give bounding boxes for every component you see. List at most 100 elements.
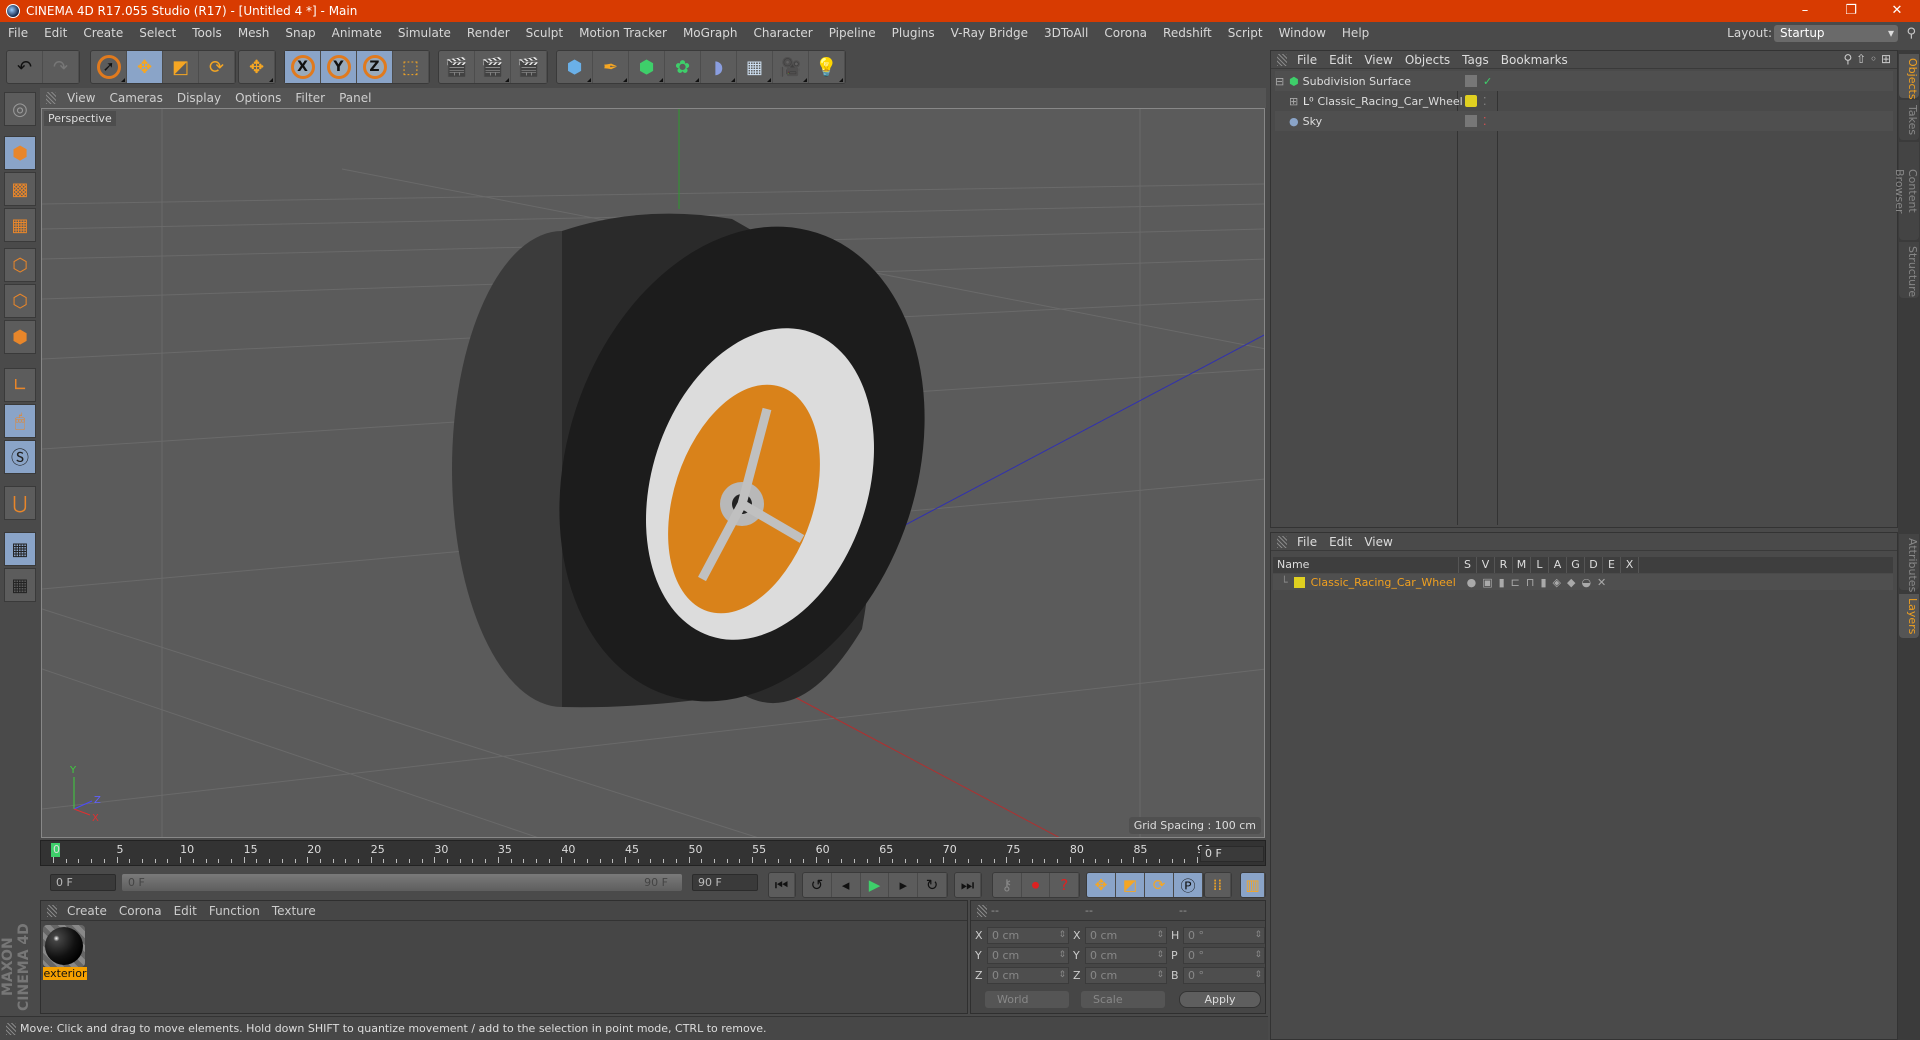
column-header-l[interactable]: L	[1531, 557, 1549, 573]
menu-snap[interactable]: Snap	[277, 26, 323, 40]
layer-row[interactable]: └ Classic_Racing_Car_Wheel ●▣▮⊏⊓▮◈◆◒✕	[1273, 574, 1893, 590]
redo-button[interactable]: ↷	[43, 51, 79, 83]
y-axis-lock-button[interactable]: Y	[321, 51, 357, 83]
column-header-r[interactable]: R	[1495, 557, 1513, 573]
make-editable-button[interactable]: ◎	[4, 92, 36, 126]
object-row-subdivision-surface[interactable]: ⊟ ⬢ Subdivision Surface ✓	[1275, 71, 1893, 91]
go-to-end-button[interactable]: ⏭	[955, 873, 981, 897]
column-header-a[interactable]: A	[1549, 557, 1567, 573]
key-rotation-button[interactable]: ⟳	[1145, 873, 1174, 897]
timeline-ruler[interactable]: 051015202530354045505560657075808590	[40, 840, 1266, 866]
collapse-icon[interactable]: ⊟	[1275, 75, 1285, 88]
key-position-button[interactable]: ✥	[1087, 873, 1116, 897]
tag-visibility-icon[interactable]	[1465, 115, 1477, 127]
viewport-menu-view[interactable]: View	[60, 91, 102, 105]
layer-color-swatch[interactable]	[1465, 95, 1477, 107]
home-icon[interactable]: ⇧	[1856, 52, 1866, 66]
floor-button[interactable]: ▦	[737, 51, 773, 83]
transform-mode-dropdown[interactable]: Scale	[1081, 991, 1165, 1008]
size-z-field[interactable]: 0 cm	[1085, 967, 1167, 984]
move-button[interactable]: ✥	[127, 51, 163, 83]
panel-grip[interactable]	[1277, 53, 1287, 66]
coordinate-system-button[interactable]: ⬚	[393, 51, 429, 83]
enabled-check-icon[interactable]: ✓	[1483, 75, 1492, 88]
pen-button[interactable]: ✒	[593, 51, 629, 83]
viewport-menu-options[interactable]: Options	[228, 91, 288, 105]
menu-tools[interactable]: Tools	[184, 26, 230, 40]
step-forward-button[interactable]: ▸	[889, 873, 919, 897]
material-swatch[interactable]: exterior	[43, 925, 87, 983]
menu-script[interactable]: Script	[1220, 26, 1271, 40]
apply-button[interactable]: Apply	[1179, 991, 1261, 1008]
layer-menu-file[interactable]: File	[1291, 535, 1323, 549]
menu-plugins[interactable]: Plugins	[884, 26, 943, 40]
polygons-mode-button[interactable]: ⬢	[4, 320, 36, 354]
rotate-button[interactable]: ⟳	[199, 51, 235, 83]
light-button[interactable]: 💡	[809, 51, 845, 83]
visibility-dots-icon[interactable]: ⁚	[1483, 95, 1487, 108]
scale-button[interactable]: ◩	[163, 51, 199, 83]
menu-mograph[interactable]: MoGraph	[675, 26, 746, 40]
tab-objects[interactable]: Objects	[1899, 54, 1919, 100]
render-picture-viewer-button[interactable]: 🎬	[475, 51, 511, 83]
menu-redshift[interactable]: Redshift	[1155, 26, 1220, 40]
tab-takes[interactable]: Takes	[1899, 100, 1919, 140]
texture-mode-button[interactable]: ▩	[4, 172, 36, 206]
eye-icon[interactable]: ◦	[1870, 52, 1877, 66]
menu-corona[interactable]: Corona	[1096, 26, 1155, 40]
step-back-button[interactable]: ◂	[832, 873, 861, 897]
menu-animate[interactable]: Animate	[324, 26, 390, 40]
render-view-button[interactable]: 🎬	[439, 51, 475, 83]
column-header-e[interactable]: E	[1603, 557, 1621, 573]
menu-edit[interactable]: Edit	[36, 26, 75, 40]
tab-content-browser[interactable]: Content Browser	[1893, 142, 1919, 240]
keyframe-selection-button[interactable]: ?	[1050, 873, 1080, 897]
frame-range-slider[interactable]: 0 F 90 F	[122, 874, 682, 891]
tab-layers[interactable]: Layers	[1899, 594, 1919, 638]
current-frame-field[interactable]: 0 F	[1200, 846, 1264, 862]
menu-simulate[interactable]: Simulate	[390, 26, 459, 40]
autokey-button[interactable]: ⏺	[1022, 873, 1051, 897]
panel-grip[interactable]	[46, 92, 56, 104]
object-menu-edit[interactable]: Edit	[1323, 53, 1358, 67]
workplane-mode-button[interactable]: ▦	[4, 208, 36, 242]
object-row-sky[interactable]: ● Sky ⁚	[1275, 111, 1893, 131]
live-selection-button[interactable]: ➚	[91, 51, 127, 83]
layer-color-swatch[interactable]	[1293, 576, 1305, 588]
key-parameter-button[interactable]: Ⓟ	[1174, 873, 1203, 897]
size-x-field[interactable]: 0 cm	[1085, 927, 1167, 944]
position-x-field[interactable]: 0 cm	[987, 927, 1069, 944]
array-button[interactable]: ✿	[665, 51, 701, 83]
rotation-b-field[interactable]: 0 °	[1183, 967, 1265, 984]
panel-grip[interactable]	[977, 904, 987, 917]
tweak-mode-button[interactable]: 🖱	[4, 404, 36, 438]
menu-window[interactable]: Window	[1271, 26, 1334, 40]
column-header-name[interactable]: Name	[1273, 557, 1459, 573]
coordinate-mode-dropdown[interactable]: World	[985, 991, 1069, 1008]
start-frame-field[interactable]: 0 F	[50, 874, 116, 891]
material-menu-edit[interactable]: Edit	[168, 904, 203, 918]
object-menu-file[interactable]: File	[1291, 53, 1323, 67]
minimize-button[interactable]: –	[1782, 0, 1828, 22]
visibility-dots-icon[interactable]: ⁚	[1483, 115, 1487, 128]
menu-help[interactable]: Help	[1334, 26, 1377, 40]
material-menu-function[interactable]: Function	[203, 904, 266, 918]
restore-button[interactable]: ❐	[1828, 0, 1874, 22]
end-frame-field[interactable]: 90 F	[692, 874, 758, 891]
column-header-m[interactable]: M	[1513, 557, 1531, 573]
layer-menu-edit[interactable]: Edit	[1323, 535, 1358, 549]
tag-visibility-icon[interactable]	[1465, 75, 1477, 87]
edges-mode-button[interactable]: ⬡	[4, 284, 36, 318]
workplane-lock-button[interactable]: ▦	[4, 532, 36, 566]
render-settings-button[interactable]: 🎬	[511, 51, 547, 83]
solo-button[interactable]: Ⓢ	[4, 440, 36, 474]
rotation-h-field[interactable]: 0 °	[1183, 927, 1265, 944]
search-icon[interactable]: ⚲	[1906, 26, 1916, 41]
cube-button[interactable]: ⬢	[557, 51, 593, 83]
layer-flag-icons[interactable]: ●▣▮⊏⊓▮◈◆◒✕	[1467, 576, 1613, 589]
menu-select[interactable]: Select	[131, 26, 184, 40]
size-y-field[interactable]: 0 cm	[1085, 947, 1167, 964]
column-header-v[interactable]: V	[1477, 557, 1495, 573]
menu-motion-tracker[interactable]: Motion Tracker	[571, 26, 675, 40]
viewport-menu-display[interactable]: Display	[170, 91, 228, 105]
